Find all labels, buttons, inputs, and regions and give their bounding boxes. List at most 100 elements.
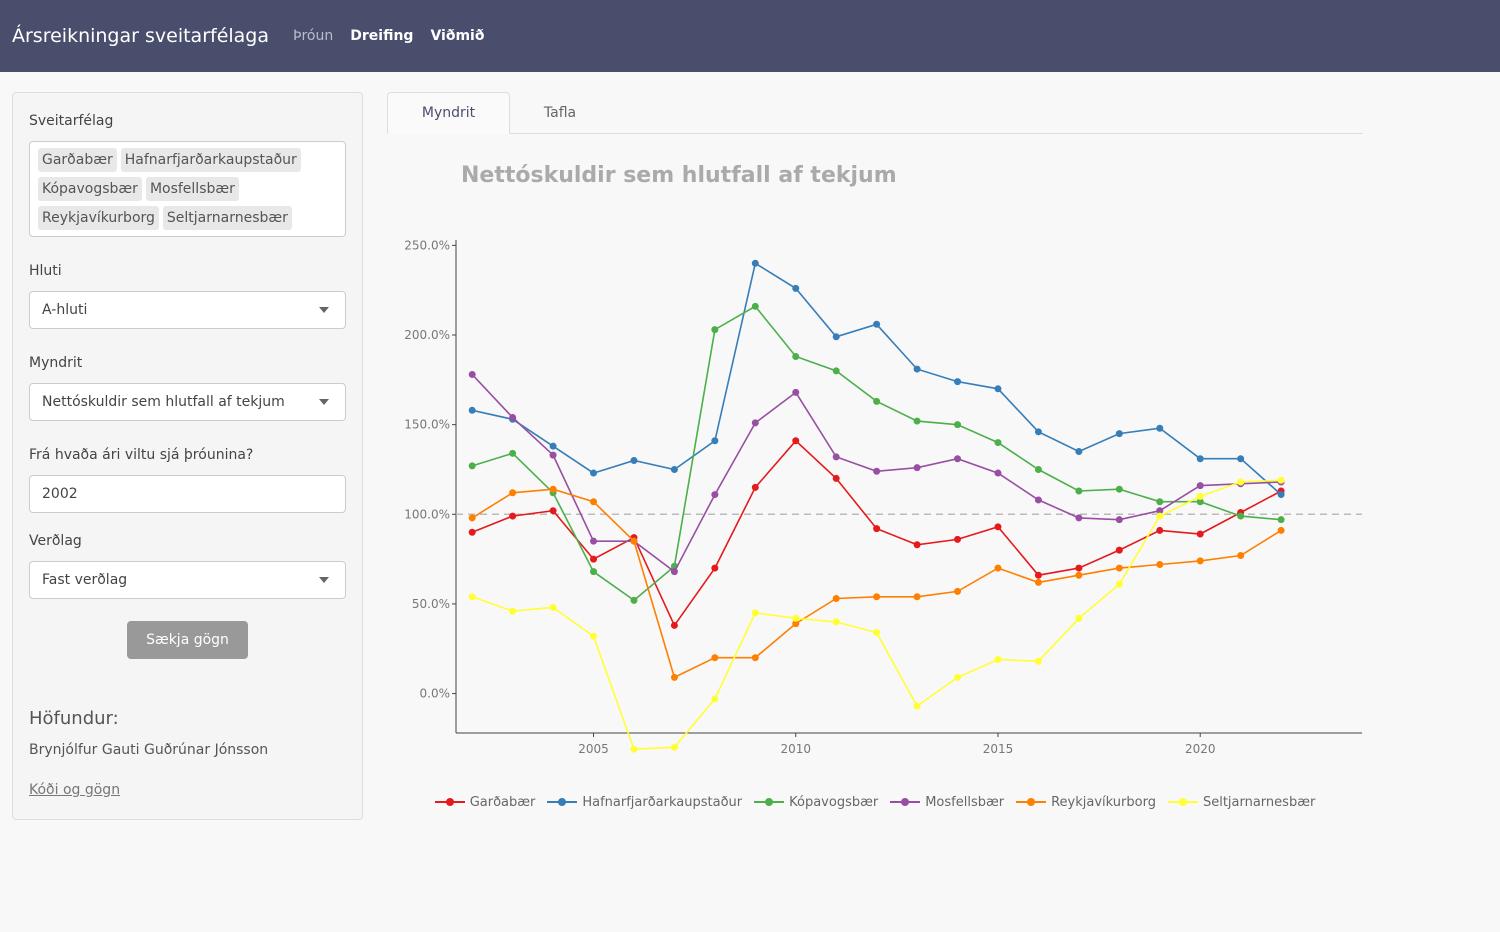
data-point — [913, 541, 921, 549]
tab-tafla[interactable]: Tafla — [510, 92, 610, 134]
data-point — [832, 453, 840, 461]
data-point — [913, 464, 921, 472]
data-point — [1156, 498, 1164, 506]
municipality-chip[interactable]: Hafnarfjarðarkaupstaður — [120, 148, 301, 172]
data-point — [711, 437, 719, 445]
data-point — [792, 614, 800, 622]
data-point — [913, 417, 921, 425]
municipality-chip[interactable]: Garðabær — [38, 148, 117, 172]
legend-item[interactable]: Hafnarfjarðarkaupstaður — [547, 795, 742, 810]
municipality-label: Sveitarfélag — [29, 113, 114, 129]
nav-link-throun[interactable]: Þróun — [293, 28, 333, 44]
legend-label: Mosfellsbær — [925, 794, 1005, 810]
data-point — [873, 467, 881, 475]
series-line — [471, 479, 1282, 750]
data-point — [630, 745, 638, 753]
legend-item[interactable]: Seltjarnarnesbær — [1167, 794, 1316, 810]
y-tick-label: 200.0% — [404, 328, 450, 342]
nav-link-dreifing[interactable]: Dreifing — [350, 28, 413, 44]
data-point — [1196, 455, 1204, 463]
author-heading: Höfundur: — [29, 708, 119, 729]
data-point — [1196, 492, 1204, 500]
x-tick-label: 2020 — [1185, 742, 1216, 756]
data-point — [873, 629, 881, 637]
fetch-data-button[interactable]: Sækja gögn — [127, 621, 248, 659]
y-tick-label: 50.0% — [412, 597, 450, 611]
data-point — [1277, 476, 1285, 484]
part-select[interactable]: A-hluti — [29, 291, 346, 329]
legend-item[interactable]: Kópavogsbær — [754, 795, 878, 810]
chevron-down-icon — [319, 307, 329, 313]
author-name: Brynjólfur Gauti Guðrúnar Jónsson — [29, 742, 269, 758]
year-input-value: 2002 — [42, 486, 78, 502]
municipality-chip[interactable]: Kópavogsbær — [38, 177, 142, 201]
data-point — [1115, 430, 1123, 438]
data-point — [1237, 552, 1245, 560]
data-point — [1075, 564, 1083, 572]
tab-myndrit[interactable]: Myndrit — [387, 92, 510, 134]
data-point — [954, 455, 962, 463]
data-point — [873, 525, 881, 533]
data-point — [670, 621, 678, 629]
data-point — [630, 457, 638, 465]
data-point — [1034, 571, 1042, 579]
data-point — [630, 537, 638, 545]
data-point — [751, 654, 759, 662]
legend-swatch — [434, 796, 465, 808]
data-point — [468, 370, 476, 378]
chevron-down-icon — [319, 577, 329, 583]
data-point — [792, 388, 800, 396]
data-point — [509, 489, 517, 497]
data-point — [994, 655, 1002, 663]
legend-item[interactable]: Garðabær — [434, 795, 535, 810]
y-tick-label: 0.0% — [420, 687, 451, 701]
data-point — [1034, 657, 1042, 665]
municipality-multiselect[interactable]: Garðabær Hafnarfjarðarkaupstaður Kópavog… — [29, 141, 346, 237]
year-input[interactable]: 2002 — [29, 475, 346, 513]
data-point — [1237, 478, 1245, 486]
data-point — [954, 535, 962, 543]
data-point — [549, 507, 557, 515]
data-point — [1115, 485, 1123, 493]
data-point — [1196, 530, 1204, 538]
price-level-label: Verðlag — [29, 533, 82, 549]
data-point — [751, 302, 759, 310]
data-point — [711, 695, 719, 703]
data-point — [549, 442, 557, 450]
legend-label: Seltjarnarnesbær — [1202, 794, 1316, 810]
data-point — [792, 353, 800, 361]
legend-item[interactable]: Reykjavíkurborg — [1016, 795, 1156, 810]
data-point — [954, 673, 962, 681]
price-level-select[interactable]: Fast verðlag — [29, 561, 346, 599]
legend-item[interactable]: Mosfellsbær — [890, 795, 1004, 810]
chart-type-label: Myndrit — [29, 355, 83, 371]
data-point — [468, 462, 476, 470]
year-label: Frá hvaða ári viltu sjá þróunina? — [29, 447, 254, 463]
data-point — [1075, 514, 1083, 522]
municipality-chip[interactable]: Reykjavíkurborg — [38, 206, 159, 230]
data-point — [1034, 496, 1042, 504]
municipality-chip[interactable]: Seltjarnarnesbær — [162, 206, 292, 230]
data-point — [832, 367, 840, 375]
data-point — [549, 451, 557, 459]
data-point — [670, 465, 678, 473]
part-select-value: A-hluti — [42, 302, 88, 318]
municipality-chip[interactable]: Mosfellsbær — [145, 177, 239, 201]
data-point — [670, 568, 678, 576]
data-point — [1075, 487, 1083, 495]
data-point — [751, 419, 759, 427]
data-point — [832, 618, 840, 626]
data-point — [1034, 578, 1042, 586]
data-point — [1156, 512, 1164, 520]
data-point — [509, 449, 517, 457]
data-point — [590, 555, 598, 563]
nav-link-vidmid[interactable]: Viðmið — [430, 28, 484, 44]
code-and-data-link[interactable]: Kóði og gögn — [29, 782, 120, 798]
data-point — [1237, 455, 1245, 463]
data-point — [792, 284, 800, 292]
data-point — [509, 413, 517, 421]
data-point — [1034, 465, 1042, 473]
app-title[interactable]: Ársreikningar sveitarfélaga — [12, 25, 269, 47]
part-label: Hluti — [29, 263, 62, 279]
chart-type-select[interactable]: Nettóskuldir sem hlutfall af tekjum — [29, 383, 346, 421]
